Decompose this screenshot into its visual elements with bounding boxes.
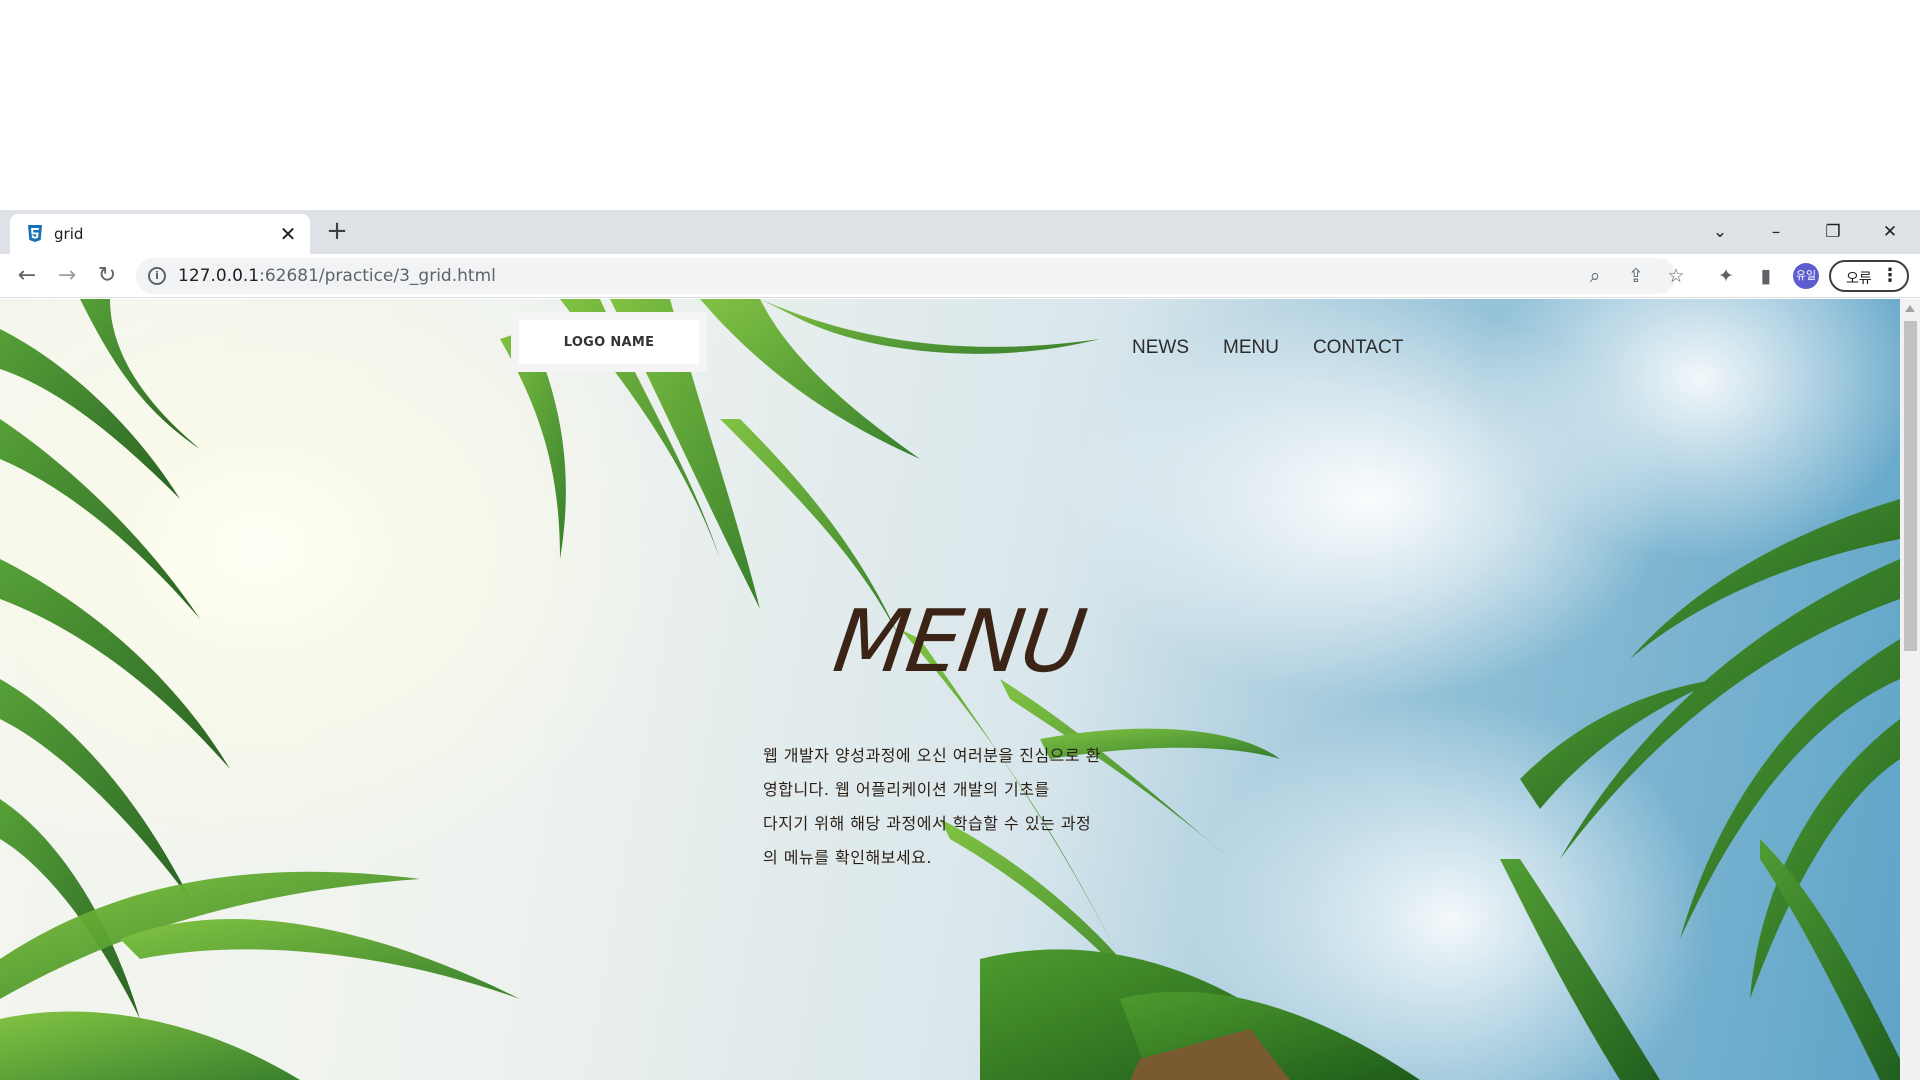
url-text[interactable]: 127.0.0.1:62681/practice/3_grid.html <box>178 266 496 286</box>
scrollbar-thumb[interactable] <box>1904 321 1917 651</box>
side-panel-icon[interactable]: ▮ <box>1752 262 1780 290</box>
nav-contact[interactable]: CONTACT <box>1313 337 1403 359</box>
site-info-icon[interactable]: i <box>148 267 166 285</box>
back-button[interactable]: ← <box>12 261 42 291</box>
restore-button[interactable]: ❐ <box>1819 218 1847 246</box>
bookmark-star-icon[interactable]: ☆ <box>1662 262 1690 290</box>
hero-text-line: 다지기 위해 해당 과정에서 학습할 수 있는 과정 <box>763 814 1092 833</box>
share-icon[interactable]: ⇪ <box>1623 263 1649 289</box>
url-path: :62681/practice/3_grid.html <box>259 266 496 286</box>
tab-search-icon[interactable]: ⌄ <box>1706 218 1734 246</box>
hero-title: MENU <box>827 592 1090 692</box>
error-label: 오류 <box>1846 271 1872 287</box>
reload-button[interactable]: ↻ <box>92 261 122 291</box>
nav-menu[interactable]: MENU <box>1223 337 1279 359</box>
page-viewport: LOGO NAME NEWS MENU CONTACT MENU 웹 개발자 양… <box>0 299 1920 1080</box>
address-bar[interactable]: i 127.0.0.1:62681/practice/3_grid.html ⌕… <box>136 258 1676 294</box>
tab-close-icon[interactable]: ✕ <box>276 222 300 246</box>
page-scrollbar[interactable] <box>1900 299 1920 1080</box>
browser-toolbar: ← → ↻ i 127.0.0.1:62681/practice/3_grid.… <box>0 254 1920 298</box>
minimize-button[interactable]: – <box>1762 218 1790 246</box>
tab-strip: grid ✕ + ⌄ – ❐ ✕ <box>0 210 1920 254</box>
css3-icon <box>28 225 42 242</box>
zoom-icon[interactable]: ⌕ <box>1582 263 1608 289</box>
scroll-up-icon[interactable] <box>1905 305 1915 312</box>
extensions-icon[interactable]: ✦ <box>1712 262 1740 290</box>
site-logo[interactable]: LOGO NAME <box>511 312 707 372</box>
tab-title: grid <box>54 225 84 243</box>
browser-menu-icon[interactable]: ⋮ <box>1881 264 1899 288</box>
hero-text-line: 영합니다. 웹 어플리케이션 개발의 기초를 <box>763 780 1050 799</box>
error-button[interactable]: 오류 ⋮ <box>1829 260 1909 292</box>
tab-grid[interactable]: grid ✕ <box>10 214 310 254</box>
hero-text-line: 의 메뉴를 확인해보세요. <box>763 848 932 867</box>
logo-name: LOGO NAME <box>519 320 699 364</box>
nav-news[interactable]: NEWS <box>1132 337 1189 359</box>
profile-avatar[interactable]: 유일 <box>1793 263 1819 289</box>
close-window-button[interactable]: ✕ <box>1876 218 1904 246</box>
forward-button[interactable]: → <box>52 261 82 291</box>
browser-window: grid ✕ + ⌄ – ❐ ✕ ← → ↻ i 127.0.0.1:62681… <box>0 210 1920 1080</box>
url-host: 127.0.0.1 <box>178 266 260 286</box>
site-nav: NEWS MENU CONTACT <box>1132 337 1437 359</box>
hero-description: 웹 개발자 양성과정에 오신 여러분을 진심으로 환 영합니다. 웹 어플리케이… <box>763 739 1143 875</box>
hero-text-line: 웹 개발자 양성과정에 오신 여러분을 진심으로 환 <box>763 746 1101 765</box>
new-tab-button[interactable]: + <box>324 218 350 245</box>
